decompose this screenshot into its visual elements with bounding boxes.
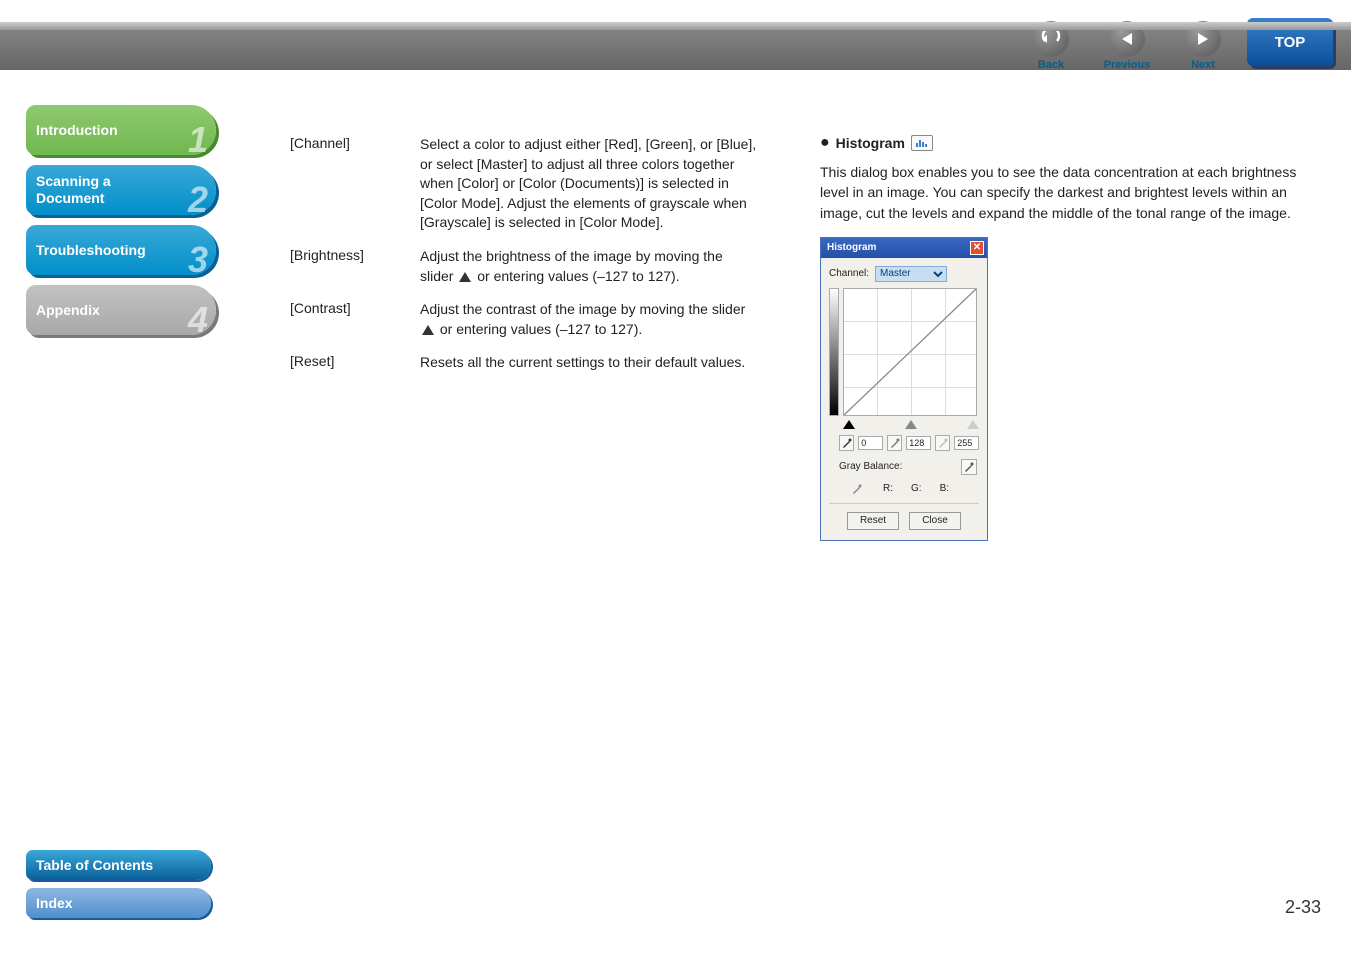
setting-label: [Brightness] xyxy=(290,247,420,286)
slider-triangle-icon xyxy=(422,325,434,335)
setting-desc-post: or entering values (–127 to 127). xyxy=(440,321,642,337)
gray-balance-row: Gray Balance: xyxy=(829,459,979,475)
dialog-titlebar[interactable]: Histogram ✕ xyxy=(821,238,987,258)
page-number: 2-33 xyxy=(1285,897,1321,918)
tab-label: Appendix xyxy=(36,302,100,319)
histogram-paragraph: This dialog box enables you to see the d… xyxy=(820,162,1320,223)
mid-point-slider[interactable] xyxy=(905,420,917,429)
eyedropper-gray-icon[interactable] xyxy=(961,459,977,475)
tab-label: Introduction xyxy=(36,122,118,139)
histogram-heading: ● Histogram xyxy=(820,134,1320,152)
setting-label: [Channel] xyxy=(290,135,420,233)
mid-value[interactable]: 128 xyxy=(906,436,931,450)
slider-triangle-icon xyxy=(459,272,471,282)
tab-number: 1 xyxy=(188,118,208,161)
channel-label: Channel: xyxy=(829,268,869,279)
gray-balance-label: Gray Balance: xyxy=(839,461,902,472)
channel-row: Channel: Master xyxy=(829,266,979,282)
histogram-icon xyxy=(911,135,933,151)
reset-button[interactable]: Reset xyxy=(847,512,899,530)
slider-row xyxy=(829,418,979,433)
close-icon[interactable]: ✕ xyxy=(970,241,984,255)
setting-desc: Adjust the brightness of the image by mo… xyxy=(420,247,760,286)
index-label: Index xyxy=(36,895,73,911)
setting-channel: [Channel] Select a color to adjust eithe… xyxy=(290,135,760,233)
dialog-body: Channel: Master xyxy=(821,258,987,540)
setting-brightness: [Brightness] Adjust the brightness of th… xyxy=(290,247,760,286)
tab-scanning-document[interactable]: Scanning a Document 2 xyxy=(26,165,216,215)
histogram-grid[interactable] xyxy=(843,288,977,416)
tab-number: 3 xyxy=(188,238,208,281)
r-label: R: xyxy=(883,483,893,494)
eyedropper-white-icon[interactable] xyxy=(935,435,950,451)
setting-desc: Resets all the current settings to their… xyxy=(420,353,760,373)
chapter-nav: Introduction 1 Scanning a Document 2 Tro… xyxy=(26,105,216,335)
eyedropper-rgb-icon xyxy=(849,481,865,497)
toc-label: Table of Contents xyxy=(36,857,153,873)
setting-label: [Reset] xyxy=(290,353,420,373)
histogram-grid-area xyxy=(829,288,979,418)
eyedropper-row: 0 128 255 xyxy=(829,435,979,451)
eyedropper-black-icon[interactable] xyxy=(839,435,854,451)
setting-desc: Select a color to adjust either [Red], [… xyxy=(420,135,760,233)
black-point-slider[interactable] xyxy=(843,420,855,429)
tab-number: 2 xyxy=(188,178,208,221)
nav-back-label: Back xyxy=(1038,59,1064,71)
histogram-dialog: Histogram ✕ Channel: Master xyxy=(820,237,988,541)
setting-desc-post: or entering values (–127 to 127). xyxy=(477,268,679,284)
close-button-label: Close xyxy=(922,515,948,526)
tone-curve-line xyxy=(844,289,976,415)
tab-number: 4 xyxy=(188,298,208,341)
top-bar: Back Previous Next TOP xyxy=(0,22,1351,70)
white-point-slider[interactable] xyxy=(967,420,979,429)
eyedropper-mid-icon[interactable] xyxy=(887,435,902,451)
tab-introduction[interactable]: Introduction 1 xyxy=(26,105,216,155)
rgb-row: R: G: B: xyxy=(829,481,979,497)
close-button[interactable]: Close xyxy=(909,512,961,530)
settings-descriptions: [Channel] Select a color to adjust eithe… xyxy=(290,135,760,387)
setting-label: [Contrast] xyxy=(290,300,420,339)
setting-desc-pre: Adjust the contrast of the image by movi… xyxy=(420,301,745,317)
reset-button-label: Reset xyxy=(860,515,886,526)
bottom-nav: Table of Contents Index xyxy=(26,850,211,918)
table-of-contents-button[interactable]: Table of Contents xyxy=(26,850,211,880)
gradient-bar xyxy=(829,288,839,416)
setting-contrast: [Contrast] Adjust the contrast of the im… xyxy=(290,300,760,339)
dialog-separator xyxy=(829,503,979,504)
tab-troubleshooting[interactable]: Troubleshooting 3 xyxy=(26,225,216,275)
nav-previous-label: Previous xyxy=(1104,59,1150,71)
dialog-button-row: Reset Close xyxy=(829,512,979,530)
tab-appendix[interactable]: Appendix 4 xyxy=(26,285,216,335)
bullet-icon: ● xyxy=(820,134,830,152)
white-value[interactable]: 255 xyxy=(954,436,979,450)
histogram-heading-text: Histogram xyxy=(836,135,905,151)
index-button[interactable]: Index xyxy=(26,888,211,918)
nav-next-label: Next xyxy=(1191,59,1215,71)
top-bar-highlight xyxy=(0,22,1351,30)
top-button-label: TOP xyxy=(1275,34,1306,51)
setting-reset: [Reset] Resets all the current settings … xyxy=(290,353,760,373)
histogram-section: ● Histogram This dialog box enables you … xyxy=(820,134,1320,541)
tab-label: Scanning a Document xyxy=(36,173,111,207)
black-value[interactable]: 0 xyxy=(858,436,883,450)
setting-desc: Adjust the contrast of the image by movi… xyxy=(420,300,760,339)
tab-label: Troubleshooting xyxy=(36,242,146,259)
b-label: B: xyxy=(940,483,949,494)
channel-select[interactable]: Master xyxy=(875,266,947,282)
dialog-title: Histogram xyxy=(827,242,876,253)
g-label: G: xyxy=(911,483,922,494)
